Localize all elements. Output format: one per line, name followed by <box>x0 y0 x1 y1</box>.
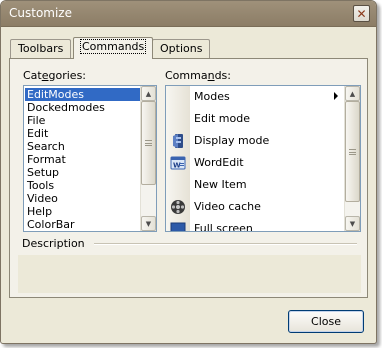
scroll-down-button[interactable]: ▼ <box>141 216 156 231</box>
command-label: Edit mode <box>194 112 250 125</box>
command-item-video-cache[interactable]: Video cache <box>166 196 344 218</box>
command-label: Display mode <box>194 134 270 147</box>
description-label: Description <box>22 237 85 250</box>
tab-options-label: Options <box>160 42 203 55</box>
customize-dialog: Customize ✕ Toolbars Commands Options Ca… <box>0 0 377 344</box>
category-item-colorbar[interactable]: ColorBar <box>25 218 140 231</box>
category-item-search[interactable]: Search <box>25 140 140 153</box>
title-bar[interactable]: Customize ✕ <box>1 1 376 27</box>
close-button[interactable]: Close <box>288 310 364 333</box>
command-label: New Item <box>194 178 247 191</box>
full-screen-icon <box>170 222 186 231</box>
grip-icon <box>349 148 356 155</box>
category-item-dockedmodes[interactable]: Dockedmodes <box>25 101 140 114</box>
tab-commands-label: Commands <box>79 39 147 54</box>
commands-scrollbar[interactable]: ▲ ▼ <box>344 86 360 231</box>
description-text <box>18 255 361 293</box>
close-icon: ✕ <box>356 6 367 21</box>
command-item-wordedit[interactable]: W WordEdit <box>166 152 344 174</box>
display-mode-icon <box>173 134 183 148</box>
video-cache-icon <box>171 200 185 214</box>
category-item-tools[interactable]: Tools <box>25 179 140 192</box>
scroll-down-button[interactable]: ▼ <box>345 216 360 231</box>
commands-label: Commands: <box>165 69 231 82</box>
scroll-thumb[interactable] <box>141 101 156 185</box>
grip-icon <box>145 140 152 146</box>
category-item-format[interactable]: Format <box>25 153 140 166</box>
window-title: Customize <box>9 6 72 20</box>
categories-listbox[interactable]: EditModes Dockedmodes File Edit Search F… <box>23 85 157 232</box>
command-label: Full screen <box>194 222 253 232</box>
category-item-setup[interactable]: Setup <box>25 166 140 179</box>
categories-label: Categories: <box>23 69 87 82</box>
chevron-down-icon: ▼ <box>349 219 356 228</box>
scroll-up-button[interactable]: ▲ <box>141 86 156 101</box>
command-item-full-screen[interactable]: Full screen <box>166 218 344 232</box>
commands-listbox[interactable]: Modes Edit mode Display mode W WordEdit … <box>165 85 361 232</box>
command-label: Modes <box>194 90 230 103</box>
command-item-display-mode[interactable]: Display mode <box>166 130 344 152</box>
wordedit-icon: W <box>170 156 186 170</box>
command-item-edit-mode[interactable]: Edit mode <box>166 108 344 130</box>
tab-options[interactable]: Options <box>152 39 211 58</box>
command-label: Video cache <box>194 200 261 213</box>
command-label: WordEdit <box>194 156 244 169</box>
scroll-up-button[interactable]: ▲ <box>345 86 360 101</box>
divider <box>94 243 357 245</box>
command-item-new-item[interactable]: New Item <box>166 174 344 196</box>
window-close-button[interactable]: ✕ <box>353 5 370 22</box>
category-item-editmodes[interactable]: EditModes <box>25 88 140 101</box>
command-item-modes[interactable]: Modes <box>166 86 344 108</box>
category-item-edit[interactable]: Edit <box>25 127 140 140</box>
chevron-up-icon: ▲ <box>349 89 356 98</box>
tab-commands[interactable]: Commands <box>73 37 154 59</box>
submenu-arrow-icon <box>334 92 338 100</box>
commands-tab-panel: Categories: EditModes Dockedmodes File E… <box>9 58 368 298</box>
category-item-file[interactable]: File <box>25 114 140 127</box>
chevron-up-icon: ▲ <box>145 89 152 98</box>
category-item-video[interactable]: Video <box>25 192 140 205</box>
scroll-thumb[interactable] <box>345 101 360 202</box>
category-item-help[interactable]: Help <box>25 205 140 218</box>
close-button-label: Close <box>311 315 341 328</box>
categories-scrollbar[interactable]: ▲ ▼ <box>140 86 156 231</box>
tab-toolbars-label: Toolbars <box>18 42 64 55</box>
tab-strip: Toolbars Commands Options <box>1 27 376 59</box>
description-header: Description <box>22 237 357 253</box>
tab-toolbars[interactable]: Toolbars <box>10 39 72 58</box>
chevron-down-icon: ▼ <box>145 219 152 228</box>
